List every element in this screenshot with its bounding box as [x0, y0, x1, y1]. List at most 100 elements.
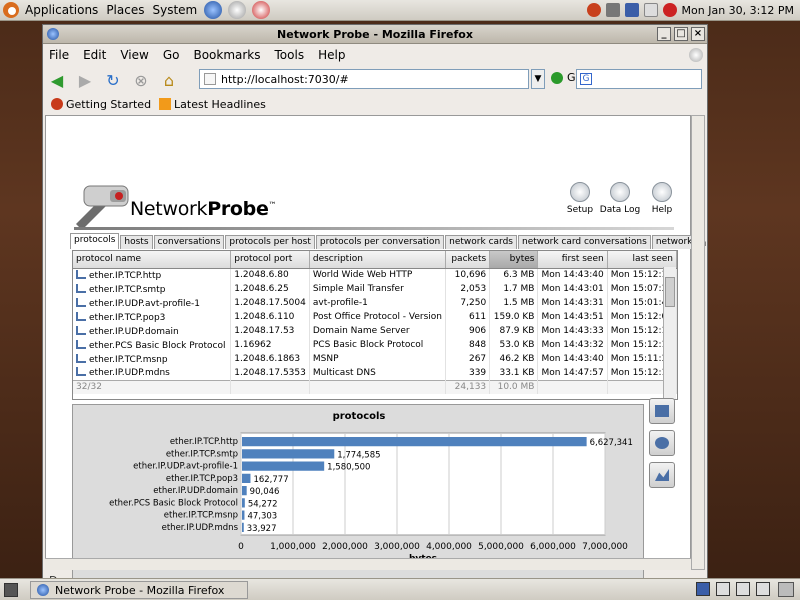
firefox-launcher-icon[interactable]: [204, 1, 223, 19]
update-notifier-icon[interactable]: [586, 3, 601, 17]
email-launcher-icon[interactable]: [228, 1, 247, 19]
url-field[interactable]: http://localhost:7030/#: [199, 69, 529, 89]
pie-chart-view-button[interactable]: [649, 430, 675, 456]
protocol-name: ether.IP.UDP.avt-profile-1: [89, 298, 201, 309]
home-icon[interactable]: ⌂: [158, 69, 180, 91]
bar-value-label: 162,777: [253, 475, 288, 485]
workspace-3-icon[interactable]: [736, 582, 750, 596]
tab-hosts[interactable]: hosts: [120, 235, 153, 249]
x-tick-label: 7,000,000: [582, 542, 628, 552]
table-row[interactable]: ether.IP.UDP.mdns 1.2048.17.5353 Multicast…: [73, 366, 677, 380]
table-row[interactable]: ether.IP.TCP.msnp 1.2048.6.1863 MSNP 267 46.…: [73, 352, 677, 366]
show-desktop-icon[interactable]: [4, 583, 18, 597]
back-arrow-icon[interactable]: ◀: [46, 69, 68, 91]
bar-chart-icon: [655, 405, 669, 417]
system-menu[interactable]: System: [148, 3, 201, 17]
table-scroll-thumb[interactable]: [665, 277, 675, 307]
table-cell: Multicast DNS: [309, 366, 447, 380]
bar-value-label: 90,046: [250, 487, 280, 497]
tab-network-card-conversations[interactable]: network card conversations: [517, 235, 651, 249]
tab-conversations[interactable]: conversations: [153, 235, 225, 249]
tab-protocols-per-conversation[interactable]: protocols per conversation: [315, 235, 445, 249]
table-row[interactable]: ether.PCS Basic Block Protocol 1.16962 PCS…: [73, 338, 677, 352]
trash-icon[interactable]: [778, 582, 794, 597]
menu-bookmarks[interactable]: Bookmarks: [193, 48, 260, 62]
bookmark-getting-started[interactable]: Getting Started: [51, 98, 151, 111]
line-chart-view-button[interactable]: [649, 462, 675, 488]
menu-tools[interactable]: Tools: [275, 48, 305, 62]
table-cell: ether.IP.UDP.avt-profile-1: [73, 296, 232, 310]
places-menu[interactable]: Places: [102, 3, 148, 17]
column-header-1[interactable]: protocol port: [230, 251, 310, 269]
url-history-dropdown[interactable]: ▼: [531, 69, 545, 89]
workspace-2-icon[interactable]: [716, 582, 730, 596]
tab-protocols-per-host[interactable]: protocols per host: [225, 235, 315, 249]
workspace-4-icon[interactable]: [756, 582, 770, 596]
table-cell: Post Office Protocol - Version: [309, 310, 447, 324]
menu-edit[interactable]: Edit: [83, 48, 106, 62]
table-cell: Mon 14:43:31: [537, 296, 608, 310]
table-cell: PCS Basic Block Protocol: [309, 338, 447, 352]
table-scrollbar[interactable]: [663, 267, 676, 399]
menu-view[interactable]: View: [120, 48, 148, 62]
forward-arrow-icon[interactable]: ▶: [74, 69, 96, 91]
clock[interactable]: Mon Jan 30, 3:12 PM: [682, 4, 794, 17]
tab-protocols[interactable]: protocols: [70, 233, 120, 249]
volume-icon[interactable]: [643, 3, 658, 17]
tab-network[interactable]: network: [651, 235, 697, 249]
pie-chart-icon: [655, 437, 669, 449]
maximize-button[interactable]: □: [674, 27, 688, 41]
network-icon[interactable]: [605, 3, 620, 17]
page-vertical-scrollbar[interactable]: [691, 115, 705, 570]
bar-chart-view-button[interactable]: [649, 398, 675, 424]
table-row[interactable]: ether.IP.TCP.pop3 1.2048.6.110 Post Office…: [73, 310, 677, 324]
column-header-5[interactable]: first seen: [537, 251, 608, 269]
search-field[interactable]: G: [576, 69, 702, 89]
table-cell: Mon 14:43:32: [537, 338, 608, 352]
url-text: http://localhost:7030/#: [221, 72, 349, 86]
menu-bar: File Edit View Go Bookmarks Tools Help: [43, 45, 707, 65]
power-icon[interactable]: [662, 3, 677, 17]
reload-icon[interactable]: ↻: [102, 69, 124, 91]
bookmark-latest-headlines[interactable]: Latest Headlines: [159, 98, 266, 111]
stop-icon[interactable]: ⊗: [130, 69, 152, 91]
app-help-button[interactable]: Help: [636, 182, 688, 215]
page-horizontal-scrollbar[interactable]: [45, 558, 691, 570]
table-row[interactable]: ether.IP.UDP.avt-profile-1 1.2048.17.5004…: [73, 296, 677, 310]
table-row[interactable]: ether.IP.TCP.http 1.2048.6.80 World Wide W…: [73, 268, 677, 282]
close-button[interactable]: ×: [691, 27, 705, 41]
firefox-window-icon[interactable]: [47, 28, 59, 40]
protocols-table: protocol name protocol port description pac…: [72, 250, 678, 400]
minimize-button[interactable]: _: [657, 27, 671, 41]
column-header-0[interactable]: protocol name: [73, 251, 232, 269]
table-cell: 848: [445, 338, 491, 352]
google-search-icon[interactable]: G: [580, 73, 592, 85]
ubuntu-logo-icon[interactable]: [3, 2, 19, 18]
menu-help[interactable]: Help: [318, 48, 345, 62]
wrench-icon: [570, 182, 590, 202]
battery-icon[interactable]: [624, 3, 639, 17]
column-header-4[interactable]: bytes: [489, 251, 539, 269]
bookmark-icon: [51, 98, 63, 110]
applications-menu[interactable]: Applications: [21, 3, 102, 17]
column-header-2[interactable]: description: [309, 251, 447, 269]
table-cell: 2,053: [445, 282, 491, 296]
window-titlebar[interactable]: Network Probe - Mozilla Firefox _ □ ×: [43, 25, 707, 44]
help-launcher-icon[interactable]: [252, 1, 271, 19]
workspace-1-icon[interactable]: [696, 582, 710, 596]
logo-trademark: ™: [268, 200, 277, 210]
tab-network-cards[interactable]: network cards: [445, 235, 517, 249]
column-header-6[interactable]: last seen: [607, 251, 677, 269]
table-row[interactable]: ether.IP.TCP.smtp 1.2048.6.25 Simple Mail …: [73, 282, 677, 296]
taskbar-firefox-button[interactable]: Network Probe - Mozilla Firefox: [30, 581, 248, 599]
column-header-3[interactable]: packets: [445, 251, 491, 269]
footer-cell: [537, 379, 608, 394]
category-label: ether.IP.UDP.avt-profile-1: [133, 462, 238, 472]
menu-go[interactable]: Go: [163, 48, 180, 62]
menu-file[interactable]: File: [49, 48, 69, 62]
table-cell: World Wide Web HTTP: [309, 268, 447, 282]
protocol-icon: [76, 269, 86, 279]
bookmark-label: Latest Headlines: [174, 97, 266, 111]
table-row[interactable]: ether.IP.UDP.domain 1.2048.17.53 Domain Na…: [73, 324, 677, 338]
table-cell: 1.5 MB: [489, 296, 539, 310]
